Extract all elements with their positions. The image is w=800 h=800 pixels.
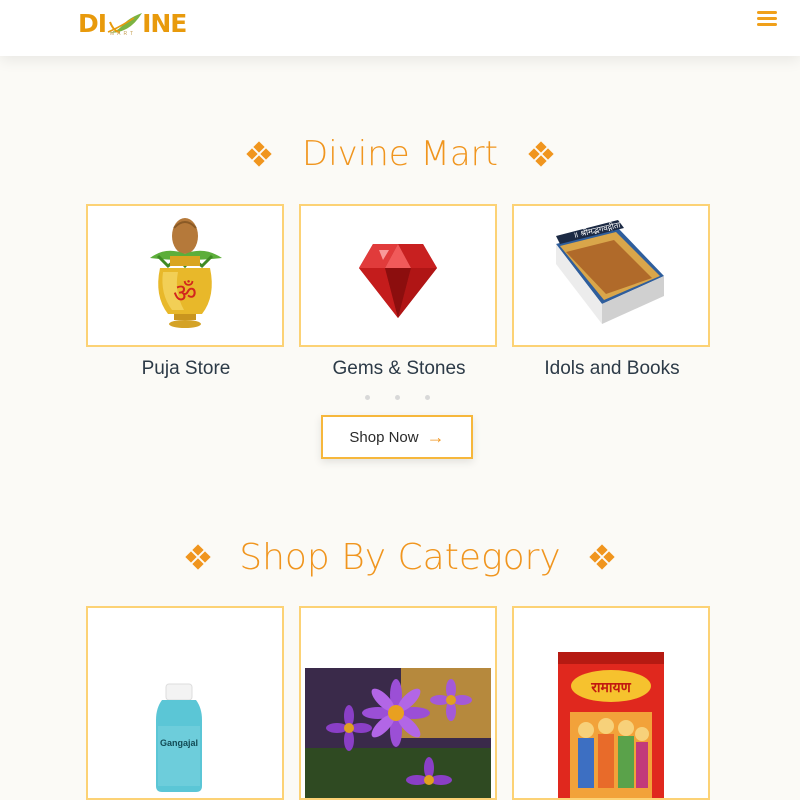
carousel-dot[interactable] <box>365 395 370 400</box>
card-label[interactable]: Gems & Stones <box>299 358 499 380</box>
divine-mart-heading: Divine Mart <box>0 130 800 178</box>
category-card-ramayan[interactable]: रामायण <box>512 606 710 800</box>
diamond-ornament-icon <box>246 141 272 167</box>
bottle-label: Gangajal <box>160 738 198 748</box>
hamburger-menu-icon[interactable] <box>755 8 779 30</box>
logo-text-right: INE <box>142 8 187 38</box>
section-title: Shop By Category <box>239 536 561 578</box>
kalash-icon: ॐ <box>150 218 222 328</box>
section-title: Divine Mart <box>302 134 498 174</box>
shop-now-button[interactable]: Shop Now → <box>321 415 473 459</box>
idols-books-card[interactable]: ॥ श्रीमद्भगवद्गीता ॥ <box>512 204 710 347</box>
card-label[interactable]: Puja Store <box>86 358 286 380</box>
gangajal-bottle-image: Gangajal <box>156 683 202 792</box>
arrow-right-icon: → <box>426 427 445 447</box>
card-label[interactable]: Idols and Books <box>512 358 712 380</box>
ramayan-book-image: रामायण <box>558 652 664 798</box>
shop-by-category-heading: Shop By Category <box>0 532 800 582</box>
svg-text:रामायण: रामायण <box>590 680 631 696</box>
diamond-ornament-icon <box>528 141 554 167</box>
category-card-gangajal[interactable]: Gangajal <box>86 606 284 800</box>
diamond-ornament-icon <box>589 544 615 570</box>
book-icon: ॥ श्रीमद्भगवद्गीता ॥ <box>556 218 664 324</box>
category-card-flowers[interactable] <box>299 606 497 800</box>
logo-text-left: DI <box>78 8 107 38</box>
svg-text:ॐ: ॐ <box>173 279 197 309</box>
carousel-dot[interactable] <box>425 395 430 400</box>
flower-image <box>305 668 491 798</box>
carousel-dot[interactable] <box>395 395 400 400</box>
gems-stones-card[interactable] <box>299 204 497 347</box>
shop-now-label: Shop Now <box>349 428 419 446</box>
puja-store-card[interactable]: ॐ <box>86 204 284 347</box>
diamond-ornament-icon <box>185 544 211 570</box>
site-header: DI INE MART <box>0 0 800 56</box>
gem-icon <box>359 244 437 318</box>
logo-subtext: MART <box>110 31 137 37</box>
